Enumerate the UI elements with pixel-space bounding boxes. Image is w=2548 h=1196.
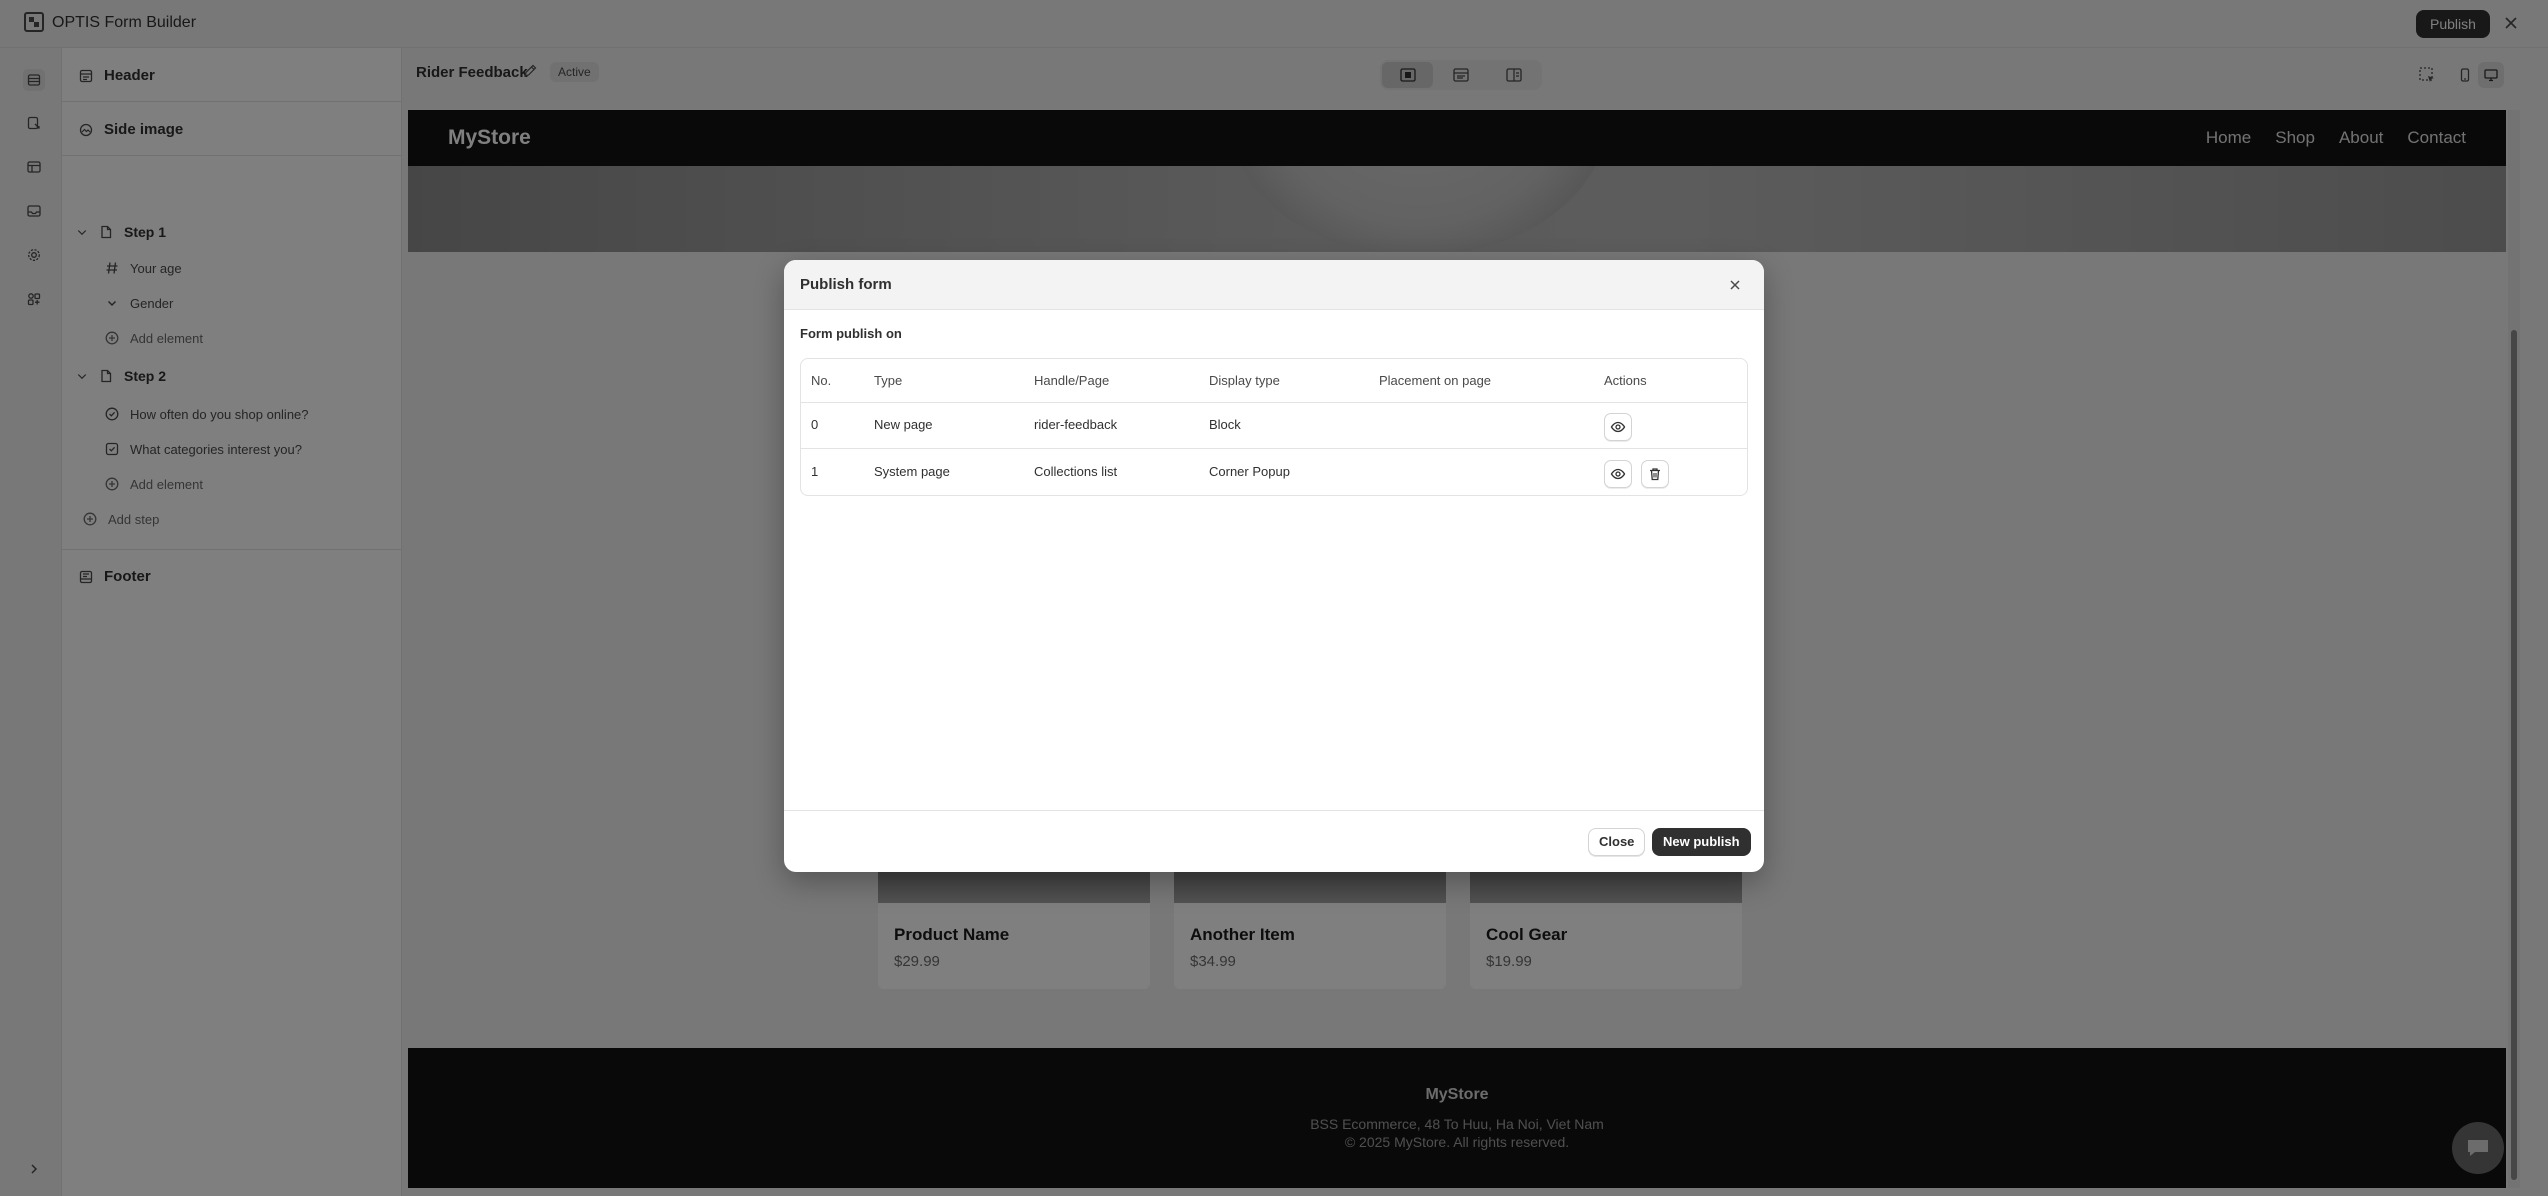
cell-handle: rider-feedback [1034, 417, 1118, 432]
column-header-display: Display type [1209, 373, 1280, 388]
table-row: 0 New page rider-feedback Block [801, 403, 1747, 449]
table-row: 1 System page Collections list Corner Po… [801, 450, 1747, 495]
view-button[interactable] [1604, 460, 1632, 488]
cell-handle: Collections list [1034, 464, 1118, 479]
section-title: Form publish on [800, 326, 902, 341]
column-header-handle: Handle/Page [1034, 373, 1110, 388]
cell-type: System page [874, 464, 950, 479]
close-icon[interactable] [1724, 274, 1746, 296]
publish-table: No. Type Handle/Page Display type Placem… [800, 358, 1748, 496]
column-header-type: Type [874, 373, 903, 388]
view-button[interactable] [1604, 413, 1632, 441]
eye-icon [1610, 421, 1626, 433]
cell-type: New page [874, 417, 933, 432]
column-header-actions: Actions [1604, 373, 1647, 388]
publish-form-modal: Publish form Form publish on No. Type Ha… [784, 260, 1764, 872]
cell-no: 0 [811, 417, 819, 432]
eye-icon [1610, 468, 1626, 480]
column-header-no: No. [811, 373, 832, 388]
close-button[interactable]: Close [1588, 828, 1646, 856]
new-publish-button[interactable]: New publish [1652, 828, 1751, 856]
delete-button[interactable] [1641, 460, 1669, 488]
cell-no: 1 [811, 464, 819, 479]
modal-header: Publish form [784, 260, 1764, 310]
cell-display: Corner Popup [1209, 464, 1290, 479]
modal-title: Publish form [800, 276, 892, 293]
modal-footer: Close New publish [784, 810, 1764, 872]
cell-display: Block [1209, 417, 1241, 432]
table-header: No. Type Handle/Page Display type Placem… [801, 359, 1747, 403]
trash-icon [1650, 468, 1660, 481]
column-header-placement: Placement on page [1379, 373, 1492, 388]
